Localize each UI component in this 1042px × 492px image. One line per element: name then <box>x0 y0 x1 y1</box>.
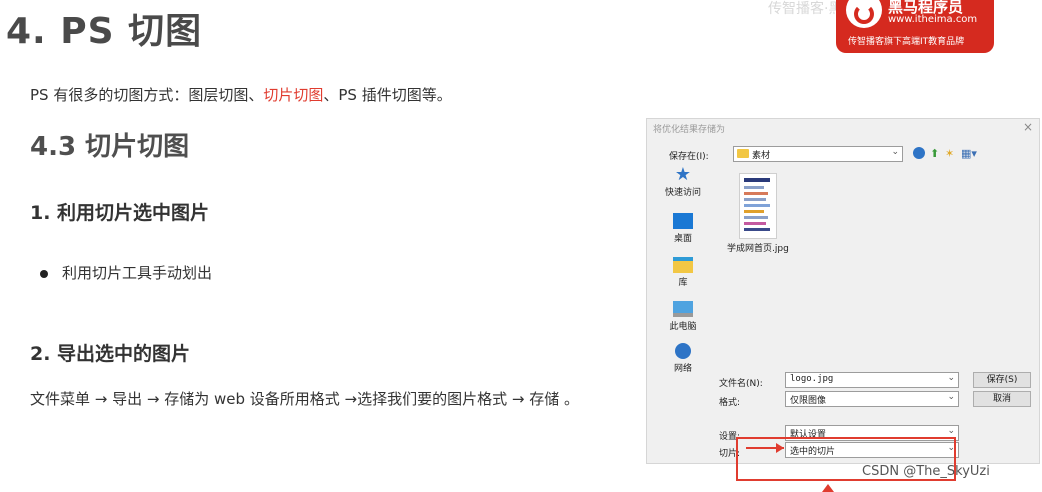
step1-heading: 1. 利用切片选中图片 <box>30 202 210 224</box>
step2-text: 文件菜单 → 导出 → 存储为 web 设备所用格式 →选择我们要的图片格式 →… <box>30 390 579 408</box>
network-icon <box>675 343 691 359</box>
save-in-dropdown[interactable]: 素材 ⌄ <box>733 146 903 162</box>
step2-heading: 2. 导出选中的图片 <box>30 343 191 365</box>
sidebar-label: 此电脑 <box>669 322 697 332</box>
cursor-arrow-icon <box>822 484 834 492</box>
sidebar-label: 库 <box>678 278 688 288</box>
dialog-title: 将优化结果存储为 <box>653 125 726 135</box>
sidebar-item-desktop[interactable]: 桌面 <box>657 213 709 244</box>
csdn-watermark: CSDN @The_SkyUzi <box>862 464 990 479</box>
library-icon <box>673 257 693 273</box>
cancel-button[interactable]: 取消 <box>973 391 1031 407</box>
file-thumbnail[interactable] <box>739 173 777 239</box>
filename-value: logo.jpg <box>790 374 834 384</box>
brand-logo: 黑马程序员 www.itheima.com 传智播客旗下高端IT教育品牌 <box>836 0 994 53</box>
view-menu-icon[interactable]: ▦▾ <box>961 147 977 160</box>
back-icon[interactable] <box>913 147 925 159</box>
sidebar-item-quick-access[interactable]: ★ 快速访问 <box>657 164 709 199</box>
save-optimized-dialog: 将优化结果存储为 × 保存在(I): 素材 ⌄ ⬆ ✶ ▦▾ ★ 快速访问 桌面… <box>646 118 1040 464</box>
save-button[interactable]: 保存(S) <box>973 372 1031 388</box>
step1-bullet: 利用切片工具手动划出 <box>40 262 212 283</box>
save-in-value: 素材 <box>752 151 771 161</box>
sidebar-item-library[interactable]: 库 <box>657 257 709 288</box>
chevron-down-icon: ⌄ <box>947 426 955 436</box>
new-folder-icon[interactable]: ✶ <box>945 147 954 160</box>
section-heading: 4.3 切片切图 <box>30 132 190 162</box>
sidebar-label: 桌面 <box>673 234 692 244</box>
format-value: 仅限图像 <box>790 396 827 406</box>
filename-field[interactable]: logo.jpg ⌄ <box>785 372 959 388</box>
intro-highlight: 切片切图 <box>263 86 324 104</box>
star-icon: ★ <box>674 164 692 185</box>
file-name[interactable]: 学成网首页.jpg <box>727 241 789 254</box>
format-dropdown[interactable]: 仅限图像 ⌄ <box>785 391 959 407</box>
sidebar-label: 快速访问 <box>664 188 701 198</box>
chevron-down-icon: ⌄ <box>947 373 955 383</box>
annotation-arrow-icon <box>776 443 784 453</box>
page-title: 4. PS 切图 <box>6 11 203 52</box>
sidebar-label: 网络 <box>673 364 692 374</box>
computer-icon <box>673 301 693 317</box>
folder-icon <box>737 149 749 158</box>
desktop-icon <box>673 213 693 229</box>
filename-label: 文件名(N): <box>719 379 763 389</box>
sidebar-item-network[interactable]: 网络 <box>657 343 709 374</box>
intro-text-start: PS 有很多的切图方式：图层切图、 <box>30 86 264 104</box>
intro-paragraph: PS 有很多的切图方式：图层切图、切片切图、PS 插件切图等。 <box>30 84 452 105</box>
logo-mark-icon <box>846 0 882 28</box>
up-folder-icon[interactable]: ⬆ <box>930 147 939 160</box>
format-label: 格式: <box>719 398 741 408</box>
chevron-down-icon: ⌄ <box>947 392 955 402</box>
close-icon[interactable]: × <box>1023 120 1033 134</box>
step1-bullet-text: 利用切片工具手动划出 <box>62 264 213 282</box>
logo-url: www.itheima.com <box>888 14 978 25</box>
logo-slogan: 传智播客旗下高端IT教育品牌 <box>848 37 965 47</box>
chevron-down-icon: ⌄ <box>891 147 899 157</box>
sidebar-item-computer[interactable]: 此电脑 <box>657 301 709 332</box>
bullet-dot-icon <box>40 269 48 278</box>
intro-text-end: 、PS 插件切图等。 <box>323 86 452 104</box>
save-in-label: 保存在(I): <box>669 152 709 162</box>
